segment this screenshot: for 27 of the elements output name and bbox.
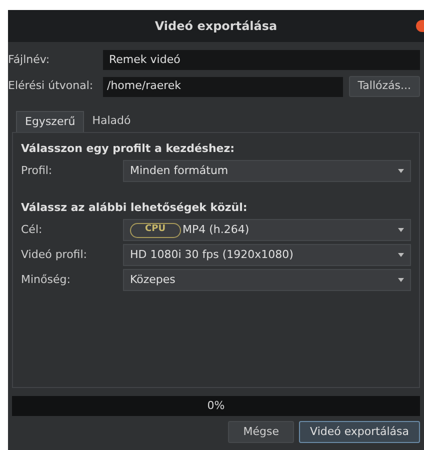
field-label: Cél: xyxy=(21,222,44,238)
field-label: Elérési útvonal: xyxy=(8,78,94,94)
dropdown[interactable]: CPU MP4 (h.264) xyxy=(123,219,411,241)
caret-icon xyxy=(398,253,404,257)
badge: CPU xyxy=(130,222,181,238)
window-title: Videó exportálása xyxy=(154,18,278,35)
tab[interactable]: Egyszerű xyxy=(16,111,84,132)
section-heading: Válasszon egy profilt a kezdéshez: xyxy=(21,141,236,157)
tab[interactable]: Haladó xyxy=(84,111,139,132)
dropdown[interactable]: HD 1080i 30 fps (1920x1080) xyxy=(123,244,411,266)
section-heading: Válassz az alábbi lehetőségek közül: xyxy=(21,200,248,216)
input-field[interactable]: /home/raerek xyxy=(103,76,343,96)
browse-button[interactable]: Tallózás... xyxy=(348,76,420,97)
caret-icon xyxy=(398,228,404,232)
cancel-button[interactable]: Mégse xyxy=(228,421,294,443)
field-label: Fájlnév: xyxy=(8,52,51,68)
caret-icon xyxy=(398,278,404,282)
dropdown[interactable]: Közepes xyxy=(123,269,411,291)
close-icon[interactable] xyxy=(416,20,424,32)
field-label: Profil: xyxy=(21,162,54,179)
caret-icon xyxy=(398,169,404,173)
progress-text: 0% xyxy=(207,398,225,414)
export-button[interactable]: Videó exportálása xyxy=(299,421,420,443)
field-label: Minőség: xyxy=(21,272,72,288)
dropdown[interactable]: Minden formátum xyxy=(123,160,411,182)
input-field[interactable]: Remek videó xyxy=(103,50,420,70)
field-label: Videó profil: xyxy=(21,246,88,263)
